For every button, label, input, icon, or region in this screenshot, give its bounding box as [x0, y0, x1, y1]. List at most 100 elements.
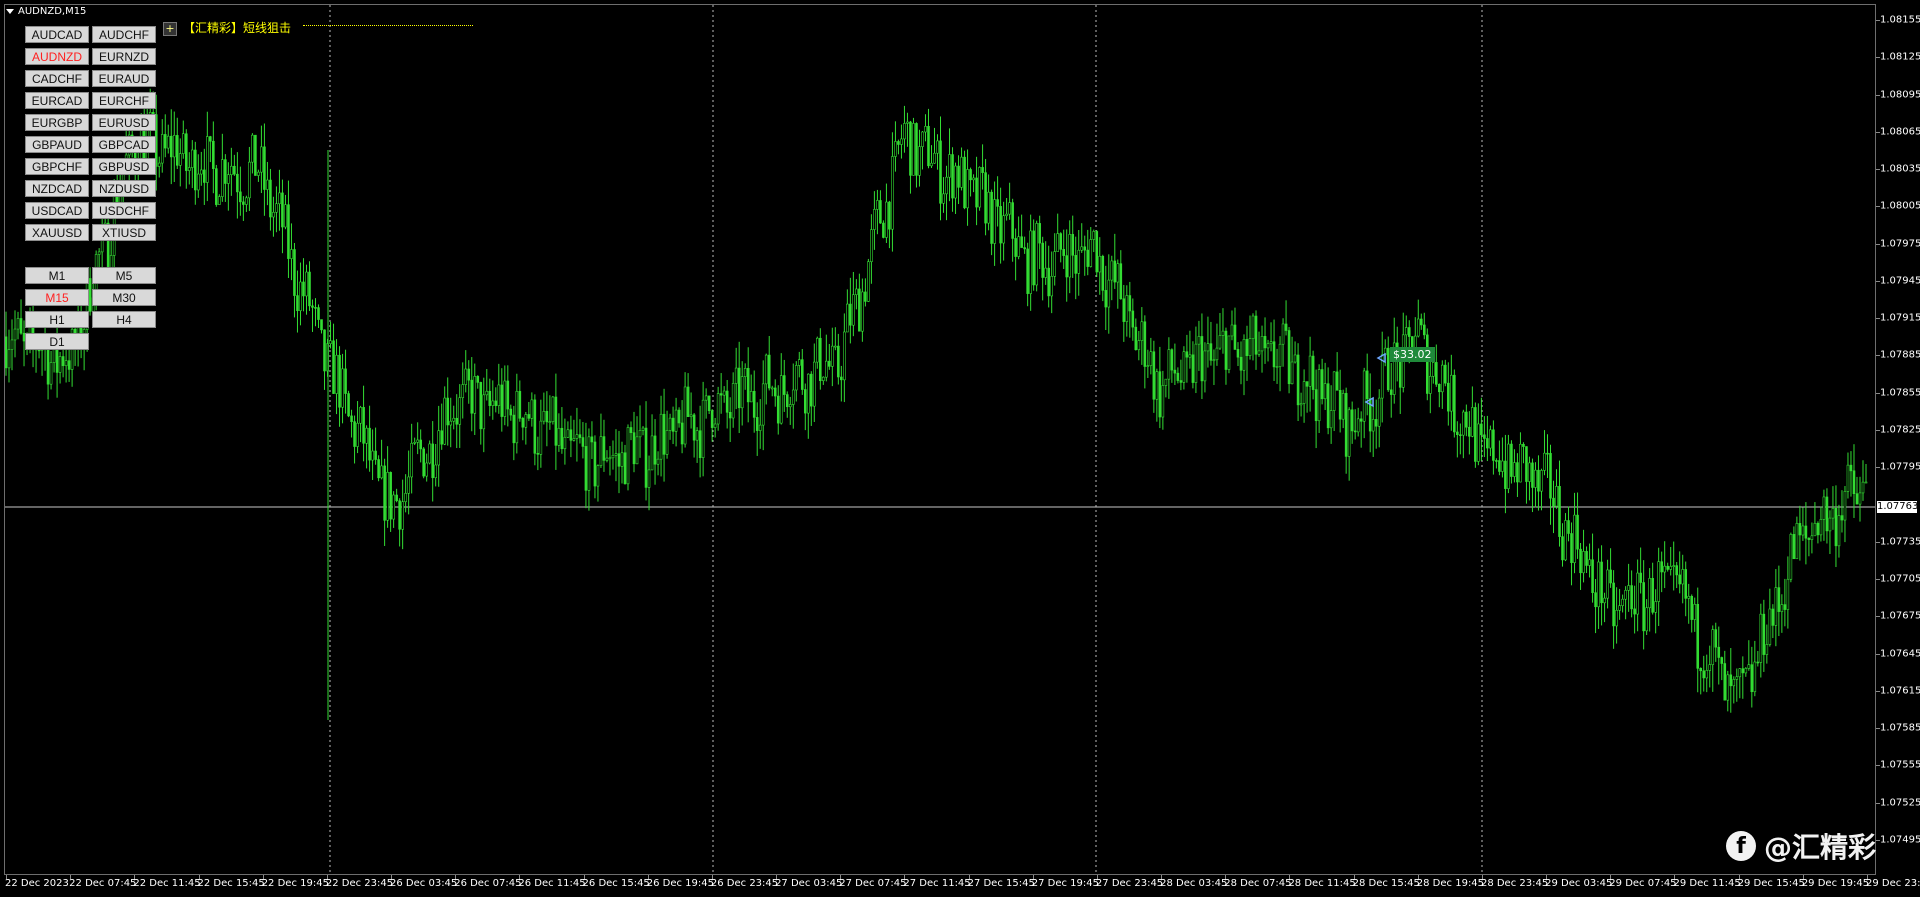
candle-body [515, 391, 519, 444]
trade-profit-badge[interactable]: $33.02 [1390, 347, 1435, 362]
candle-body [437, 430, 440, 466]
candle-body [254, 134, 257, 176]
symbol-button-eurchf[interactable]: EURCHF [92, 92, 156, 109]
symbol-button-nzdusd[interactable]: NZDUSD [92, 180, 156, 197]
candle-body [1543, 452, 1546, 471]
timeframe-button-d1[interactable]: D1 [25, 333, 89, 350]
candle-body [1690, 595, 1694, 620]
candle-body [362, 407, 365, 444]
timeframe-button-m1[interactable]: M1 [25, 267, 89, 284]
candle-body [1044, 267, 1047, 278]
candle-body [725, 390, 729, 413]
timeframe-button-m15[interactable]: M15 [25, 289, 89, 306]
expand-plus-icon[interactable]: + [163, 22, 177, 36]
symbol-button-gbpcad[interactable]: GBPCAD [92, 136, 156, 153]
candle-body [242, 201, 245, 205]
candle-body [740, 376, 744, 409]
symbol-button-gbpchf[interactable]: GBPCHF [25, 158, 89, 175]
symbol-button-nzdcad[interactable]: NZDCAD [25, 180, 89, 197]
candle-body [181, 133, 185, 154]
candle-body [1837, 515, 1841, 547]
candle-body [416, 439, 419, 443]
candle-body [843, 331, 846, 381]
candle-body [1699, 668, 1703, 672]
candle-body [1101, 255, 1105, 291]
candle-body [1630, 585, 1633, 610]
candlestick-chart[interactable] [0, 0, 1920, 897]
candle-body [809, 373, 813, 407]
candle-body [876, 200, 879, 210]
symbol-button-eurnzd[interactable]: EURNZD [92, 48, 156, 65]
timeframe-button-m5[interactable]: M5 [92, 267, 156, 284]
candle-body [1573, 514, 1576, 563]
timeframe-button-h4[interactable]: H4 [92, 311, 156, 328]
candle-body [166, 135, 170, 149]
symbol-button-gbpusd[interactable]: GBPUSD [92, 158, 156, 175]
candle-body [828, 360, 831, 367]
candle-body [1422, 324, 1426, 336]
candle-body [1732, 679, 1736, 687]
time-label: 29 Dec 19:45 [1801, 878, 1870, 889]
dropdown-triangle-icon[interactable] [6, 8, 14, 14]
candle-body [665, 430, 669, 455]
timeframe-button-h1[interactable]: H1 [25, 311, 89, 328]
candle-body [404, 493, 407, 503]
timeframe-button-m30[interactable]: M30 [92, 289, 156, 306]
time-label: 28 Dec 19:45 [1416, 878, 1485, 889]
candle-body [1696, 603, 1700, 669]
candle-body [455, 417, 459, 425]
time-label: 22 Dec 2023 [5, 878, 69, 889]
symbol-button-euraud[interactable]: EURAUD [92, 70, 156, 87]
symbol-button-usdcad[interactable]: USDCAD [25, 202, 89, 219]
candle-body [825, 360, 828, 378]
candle-body [674, 409, 678, 432]
symbol-button-eurcad[interactable]: EURCAD [25, 92, 89, 109]
symbol-button-audchf[interactable]: AUDCHF [92, 26, 156, 43]
candle-body [1564, 520, 1567, 561]
symbol-button-eurgbp[interactable]: EURGBP [25, 114, 89, 131]
candle-body [1750, 664, 1754, 693]
candle-body [1516, 462, 1519, 483]
candle-body [1834, 508, 1838, 547]
candle-body [239, 191, 242, 203]
symbol-button-usdchf[interactable]: USDCHF [92, 202, 156, 219]
candle-body [209, 136, 212, 142]
candle-body [1786, 578, 1790, 610]
candle-body [1149, 351, 1153, 366]
candle-body [948, 154, 951, 178]
symbol-button-cadchf[interactable]: CADCHF [25, 70, 89, 87]
time-label: 26 Dec 11:45 [518, 878, 586, 889]
candle-body [1801, 525, 1805, 536]
time-label: 26 Dec 15:45 [582, 878, 650, 889]
candle-body [1275, 366, 1279, 368]
candle-body [1188, 354, 1192, 358]
candle-body [503, 380, 507, 417]
symbol-button-audcad[interactable]: AUDCAD [25, 26, 89, 43]
candle-body [1582, 551, 1585, 574]
candle-body [1164, 378, 1168, 386]
candle-body [867, 261, 870, 302]
candle-body [1242, 339, 1246, 371]
candle-body [767, 354, 771, 389]
candle-body [359, 407, 362, 424]
candle-body [957, 165, 960, 188]
chart-window[interactable]: AUDNZD,M15 + 【汇精彩】短线狙击 1.07763 $33.02 f @汇… [0, 0, 1920, 897]
watermark-text: @汇精彩 [1764, 831, 1877, 864]
candle-body [1146, 365, 1150, 367]
time-label: 27 Dec 19:45 [1031, 878, 1100, 889]
candle-body [837, 345, 840, 378]
symbol-button-audnzd[interactable]: AUDNZD [25, 48, 89, 65]
candle-body [939, 140, 942, 204]
candle-body [1534, 469, 1537, 488]
candle-body [1480, 423, 1483, 436]
candle-body [927, 126, 930, 167]
symbol-button-xtiusd[interactable]: XTIUSD [92, 224, 156, 241]
candle-body [704, 395, 708, 401]
symbol-button-gbpaud[interactable]: GBPAUD [25, 136, 89, 153]
symbol-button-xauusd[interactable]: XAUUSD [25, 224, 89, 241]
symbol-button-eurusd[interactable]: EURUSD [92, 114, 156, 131]
candle-body [1792, 534, 1796, 560]
candle-body [230, 165, 233, 175]
time-label: 28 Dec 15:45 [1352, 878, 1420, 889]
candle-body [4, 336, 8, 369]
